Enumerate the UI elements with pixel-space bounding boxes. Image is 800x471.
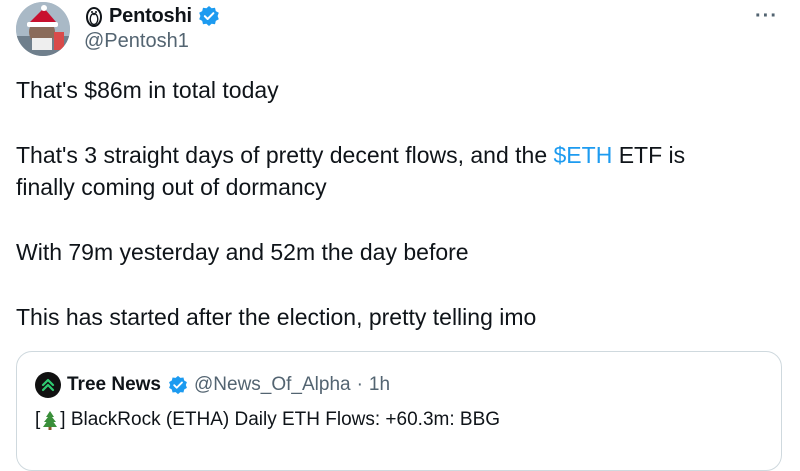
tweet-line-3: finally coming out of dormancy (16, 174, 327, 200)
tweet-line-1: That's $86m in total today (16, 77, 279, 103)
verified-badge-icon[interactable] (198, 5, 220, 27)
christmas-tree-icon (42, 410, 58, 430)
more-options-button[interactable]: ··· (755, 6, 778, 26)
quoted-separator: · (356, 374, 363, 395)
penguin-icon (84, 5, 104, 27)
quoted-verified-badge-icon (168, 375, 188, 395)
author-name-row: Pentoshi (84, 3, 220, 29)
author-avatar[interactable] (16, 2, 70, 56)
tweet-text: That's $86m in total today That's 3 stra… (16, 74, 756, 333)
tweet-line-2-post: ETF is (612, 142, 686, 168)
quoted-timestamp[interactable]: 1h (369, 374, 390, 396)
quoted-tweet-header: Tree News @News_Of_Alpha · 1h (35, 372, 390, 398)
quoted-text-close: ] BlackRock (ETHA) Daily ETH Flows: +60.… (60, 409, 501, 430)
tweet-line-2: That's 3 straight days of pretty decent … (16, 139, 756, 171)
avatar-santa-image (16, 2, 70, 56)
tweet: Pentoshi @Pentosh1 ··· That's $86m in to… (0, 0, 800, 471)
cashtag-link[interactable]: $ETH (554, 142, 613, 168)
tweet-line-4: With 79m yesterday and 52m the day befor… (16, 239, 469, 265)
quoted-handle[interactable]: @News_Of_Alpha (194, 374, 351, 396)
tweet-line-5: This has started after the election, pre… (16, 304, 537, 330)
quoted-tweet-text: [ ] BlackRock (ETHA) Daily ETH Flows: +6… (35, 409, 500, 431)
author-display-name[interactable]: Pentoshi (109, 5, 192, 28)
quoted-display-name[interactable]: Tree News (67, 374, 161, 396)
tweet-line-2-pre: That's 3 straight days of pretty decent … (16, 142, 554, 168)
quoted-tweet-card[interactable]: Tree News @News_Of_Alpha · 1h [ ] BlackR… (16, 351, 782, 471)
tree-news-logo-icon[interactable] (35, 372, 61, 398)
author-handle[interactable]: @Pentosh1 (84, 30, 189, 53)
quoted-text-open: [ (35, 409, 41, 430)
